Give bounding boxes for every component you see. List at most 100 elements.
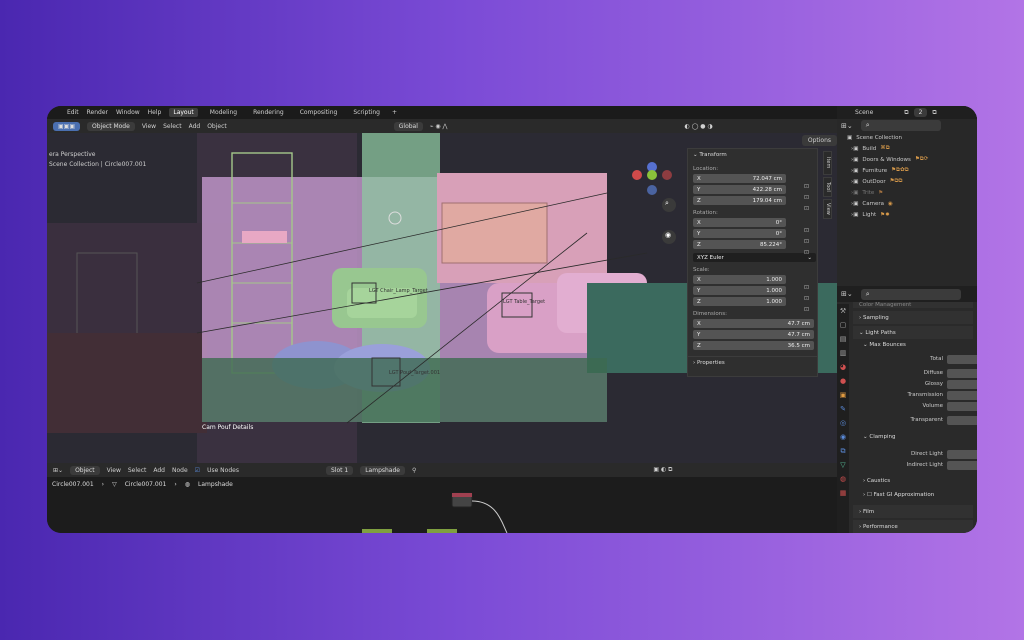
film-section[interactable]: › Film	[853, 505, 973, 518]
max-bounces-subpanel[interactable]: ⌄ Max Bounces	[863, 342, 906, 348]
tab-rendering[interactable]: Rendering	[249, 108, 288, 117]
shading-icons[interactable]: ◐ ◯ ● ◑	[684, 123, 712, 130]
outliner-item-doors[interactable]: ›▣ Doors & Windows ⚑⧉⟳	[837, 154, 977, 165]
world-icon[interactable]: ●	[837, 374, 849, 388]
view-layer-icon[interactable]: ▥	[837, 346, 849, 360]
location-y-field[interactable]: Y 422.28 cm ⊡	[688, 185, 817, 201]
select-box-icon[interactable]: ▣▣▣	[53, 121, 81, 131]
outliner-item-build[interactable]: ›▣ Build ⌘⧉	[837, 143, 977, 154]
material-icon[interactable]: ◍	[837, 472, 849, 486]
texture-icon[interactable]: ▦	[837, 486, 849, 500]
tab-scripting[interactable]: Scripting	[349, 108, 384, 117]
tab-compositing[interactable]: Compositing	[296, 108, 342, 117]
transparent-field[interactable]	[947, 416, 977, 425]
outliner-item-trite[interactable]: ›▣ Trite ⚑	[837, 187, 977, 198]
object-icons: ⚑	[878, 189, 884, 196]
rotation-x-field[interactable]: X 0° ⊡	[688, 218, 817, 234]
scale-y-field[interactable]: Y 1.000 ⊡	[688, 286, 817, 302]
orientation-selector[interactable]: Global	[393, 121, 423, 131]
tool-icon[interactable]: ⚒	[837, 304, 849, 318]
properties-section[interactable]: › Properties	[688, 356, 817, 368]
location-x-field[interactable]: X 72.047 cm ⊡	[688, 174, 817, 190]
scale-x-field[interactable]: X 1.000 ⊡	[688, 275, 817, 291]
tab-layout[interactable]: Layout	[169, 108, 198, 117]
dimension-y-field[interactable]: Y 47.7 cm	[693, 330, 814, 339]
color-management-section[interactable]: Color Management	[853, 302, 973, 308]
caustics-subpanel[interactable]: › Caustics	[863, 478, 890, 484]
lock-icon[interactable]: ⊡	[804, 249, 809, 256]
editor-type-icon[interactable]: ⊞⌄	[841, 290, 853, 298]
fast-gi-subpanel[interactable]: › ☐ Fast GI Approximation	[863, 492, 934, 498]
zoom-icon[interactable]: ⌕	[665, 199, 669, 208]
view-layer-icon[interactable]: ⧉	[932, 109, 936, 117]
object-label: LGT Pouf_Target.001	[389, 370, 441, 376]
modifier-icon[interactable]: ✎	[837, 402, 849, 416]
sampling-section[interactable]: › Sampling	[853, 311, 973, 324]
snap-icon[interactable]: ⌁ ◉ ⋀	[430, 123, 448, 130]
outliner-item-light[interactable]: ›▣ Light ⚑✹	[837, 209, 977, 220]
scene-name[interactable]: Scene	[855, 109, 873, 116]
total-field[interactable]	[947, 355, 977, 364]
performance-section[interactable]: › Performance	[853, 520, 973, 533]
shader-editor[interactable]: ⊞⌄ Object View Select Add Node ☑ Use Nod…	[47, 463, 837, 533]
diffuse-field[interactable]	[947, 369, 977, 378]
checkbox[interactable]: › ☐	[863, 492, 874, 498]
rotation-y-field[interactable]: Y 0° ⊡	[688, 229, 817, 245]
menu-select[interactable]: Select	[163, 123, 182, 130]
glossy-field[interactable]	[947, 380, 977, 389]
chevron-right-icon: ›▣	[851, 156, 859, 163]
scene-collection[interactable]: ▣ Scene Collection	[837, 132, 977, 143]
output-icon[interactable]: ▤	[837, 332, 849, 346]
direct-light-field[interactable]	[947, 450, 977, 459]
indirect-light-field[interactable]	[947, 461, 977, 470]
camera-icon[interactable]: ◉	[665, 231, 671, 239]
outliner-item-camera[interactable]: ›▣ Camera ◉	[837, 198, 977, 209]
menu-object[interactable]: Object	[207, 123, 227, 130]
scene-icon[interactable]: ◕	[837, 360, 849, 374]
mode-selector[interactable]: Object Mode	[87, 121, 135, 131]
tab-item[interactable]: Item	[823, 151, 832, 175]
tab-view[interactable]: View	[823, 199, 832, 219]
tab-modeling[interactable]: Modeling	[206, 108, 241, 117]
menu-edit[interactable]: Edit	[67, 109, 79, 116]
transmission-field[interactable]	[947, 391, 977, 400]
dimension-x-field[interactable]: X 47.7 cm	[693, 319, 814, 328]
rotation-z-field[interactable]: Z 85.224° ⊡	[688, 240, 817, 256]
location-z-field[interactable]: Z 179.04 cm ⊡	[688, 196, 817, 212]
dimension-z-field[interactable]: Z 36.5 cm	[693, 341, 814, 350]
object-icon[interactable]: ▣	[837, 388, 849, 402]
tab-tool[interactable]: Tool	[823, 177, 832, 197]
bounce-label: Transmission	[907, 392, 943, 398]
chevron-right-icon: ›▣	[851, 200, 859, 207]
menu-view[interactable]: View	[142, 123, 156, 130]
light-paths-section[interactable]: ⌄ Light Paths	[853, 326, 973, 339]
menu-render[interactable]: Render	[87, 109, 108, 116]
physics-icon[interactable]: ◉	[837, 430, 849, 444]
menu-help[interactable]: Help	[148, 109, 162, 116]
filter-icon[interactable]: ⊞⌄	[841, 122, 853, 130]
outliner-item-furniture[interactable]: ›▣ Furniture ⚑⧉✿⧉	[837, 165, 977, 176]
add-workspace-button[interactable]: +	[392, 109, 397, 116]
scale-label: Scale:	[693, 267, 710, 273]
menu-window[interactable]: Window	[116, 109, 140, 116]
lock-icon[interactable]: ⊡	[804, 205, 809, 212]
copy-icon[interactable]: ⧉	[904, 109, 908, 117]
clamping-subpanel[interactable]: ⌄ Clamping	[863, 434, 895, 440]
scale-z-field[interactable]: Z 1.000 ⊡	[688, 297, 817, 313]
options-button[interactable]: Options	[801, 135, 837, 146]
data-icon[interactable]: ▽	[837, 458, 849, 472]
lock-icon[interactable]: ⊡	[804, 306, 809, 313]
volume-field[interactable]	[947, 402, 977, 411]
rotation-mode-select[interactable]: XYZ Euler ⌄	[693, 253, 816, 262]
constraint-icon[interactable]: ⧉	[837, 444, 849, 458]
particles-icon[interactable]: ◎	[837, 416, 849, 430]
bounce-label: Total	[930, 356, 943, 362]
menu-add[interactable]: Add	[189, 123, 201, 130]
search-icon[interactable]: ⌕	[860, 288, 961, 300]
render-icon[interactable]: ▢	[837, 318, 849, 332]
transform-header[interactable]: ⌄ Transform	[688, 149, 817, 161]
scene-count: 2	[913, 108, 928, 117]
chevron-right-icon: ›▣	[851, 167, 859, 174]
search-icon[interactable]: ⌕	[860, 120, 941, 131]
outliner-item-outdoor[interactable]: ›▣ OutDoor ⚑⧉⧉	[837, 176, 977, 187]
